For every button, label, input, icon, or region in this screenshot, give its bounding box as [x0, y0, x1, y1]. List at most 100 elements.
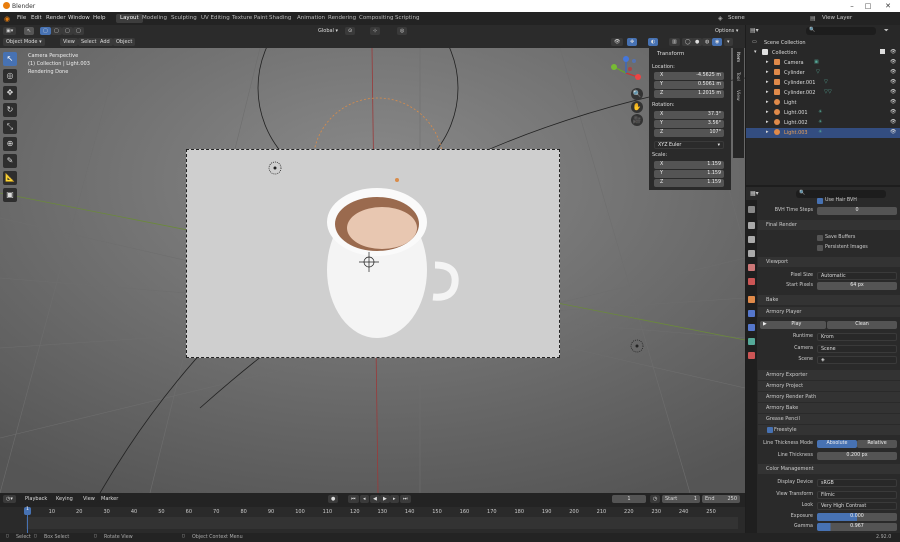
- bake-section[interactable]: Bake: [758, 295, 900, 305]
- scale-tool-icon[interactable]: ⤡: [3, 120, 17, 134]
- transform-tool-icon[interactable]: ⊕: [3, 137, 17, 151]
- tab-shading[interactable]: Shading: [265, 14, 295, 23]
- modifier-tab-icon[interactable]: [748, 310, 755, 317]
- filter-icon[interactable]: ⏷: [884, 27, 889, 35]
- annotate-tool-icon[interactable]: ✎: [3, 154, 17, 168]
- menu-playback[interactable]: Playback: [22, 495, 51, 503]
- outliner-editor-icon[interactable]: ▤▾: [750, 27, 759, 34]
- play-reverse-icon[interactable]: ◀: [370, 495, 380, 503]
- outliner-item-light-001[interactable]: ▸ Light.001 ☀ 👁: [746, 108, 900, 118]
- eye-icon[interactable]: 👁: [890, 59, 896, 65]
- menu-keying[interactable]: Keying: [53, 495, 76, 503]
- options-dropdown[interactable]: Options ▾: [712, 27, 742, 35]
- grease-pencil-section[interactable]: Grease Pencil: [758, 414, 900, 424]
- armory-render-path-section[interactable]: Armory Render Path: [758, 392, 900, 402]
- jump-start-icon[interactable]: ⏮: [348, 495, 359, 503]
- measure-tool-icon[interactable]: 📐: [3, 171, 17, 185]
- blender-menu-icon[interactable]: ◉: [4, 15, 10, 23]
- location-x-field[interactable]: X -4.5625 m: [654, 72, 724, 80]
- freestyle-checkbox[interactable]: [767, 427, 773, 433]
- end-frame-field[interactable]: End 250: [702, 495, 740, 503]
- output-tab-icon[interactable]: [748, 236, 755, 243]
- exposure-field[interactable]: 0.000: [817, 513, 897, 521]
- transform-header[interactable]: Transform: [657, 51, 684, 57]
- start-pixels-field[interactable]: 64 px: [817, 282, 897, 290]
- world-tab-icon[interactable]: [748, 278, 755, 285]
- tool-tab-icon[interactable]: [748, 206, 755, 213]
- pivot-icon[interactable]: ⊙: [345, 27, 356, 35]
- menu-edit[interactable]: Edit: [31, 15, 42, 21]
- preview-range-icon[interactable]: ◷: [650, 495, 661, 503]
- menu-view[interactable]: View: [80, 495, 98, 503]
- look-dropdown[interactable]: Very High Contrast: [817, 502, 897, 510]
- runtime-dropdown[interactable]: Krom: [817, 333, 897, 341]
- properties-editor-icon[interactable]: ▦▾: [750, 190, 759, 197]
- mode-box-select-icon[interactable]: ▢: [40, 27, 51, 35]
- outliner-search-input[interactable]: 🔍: [806, 27, 876, 35]
- eye-icon[interactable]: 👁: [890, 109, 896, 115]
- scale-x-field[interactable]: X 1.159: [654, 161, 724, 169]
- eye-icon[interactable]: 👁: [890, 99, 896, 105]
- shading-solid-icon[interactable]: ●: [692, 38, 703, 46]
- visibility-icon[interactable]: 👁: [611, 38, 624, 46]
- menu-marker[interactable]: Marker: [98, 495, 122, 503]
- outliner-item-cylinder-001[interactable]: ▸ Cylinder.001 ▽ 👁: [746, 78, 900, 88]
- shading-rendered-icon[interactable]: ◉: [712, 38, 723, 46]
- editor-type-button[interactable]: ▣▾: [3, 27, 17, 35]
- rotate-tool-icon[interactable]: ↻: [3, 103, 17, 117]
- timeline-editor-icon[interactable]: ◷▾: [3, 495, 16, 503]
- select-mode-button[interactable]: ↖: [24, 27, 35, 35]
- eye-icon[interactable]: 👁: [890, 129, 896, 135]
- xray-toggle-icon[interactable]: ▥: [669, 38, 680, 46]
- gizmo-toggle-icon[interactable]: ✥: [627, 38, 638, 46]
- gamma-field[interactable]: 0.967: [817, 523, 897, 531]
- eye-icon[interactable]: 👁: [890, 89, 896, 95]
- armory-exporter-section[interactable]: Armory Exporter: [758, 370, 900, 380]
- location-z-field[interactable]: Z 1.2015 m: [654, 90, 724, 98]
- viewport-section[interactable]: Viewport: [758, 257, 900, 267]
- freestyle-section[interactable]: Freestyle: [758, 425, 900, 435]
- eye-icon[interactable]: 👁: [890, 69, 896, 75]
- minimize-button[interactable]: –: [846, 2, 858, 10]
- object-mode-dropdown[interactable]: Object Mode ▾: [3, 38, 45, 46]
- start-frame-field[interactable]: Start 1: [662, 495, 700, 503]
- outliner-item-cylinder-002[interactable]: ▸ Cylinder.002 ▽▽ 👁: [746, 88, 900, 98]
- constraints-tab-icon[interactable]: [748, 324, 755, 331]
- cursor-tool-icon[interactable]: ◎: [3, 69, 17, 83]
- camera-dropdown[interactable]: Scene: [817, 345, 897, 353]
- view-layer-selector[interactable]: View Layer: [822, 15, 852, 21]
- tab-view[interactable]: View: [735, 90, 740, 101]
- eye-icon[interactable]: 👁: [890, 49, 896, 55]
- outliner-scene-collection[interactable]: ▭ Scene Collection: [746, 38, 900, 48]
- rotation-z-field[interactable]: Z 107°: [654, 129, 724, 137]
- armory-bake-section[interactable]: Armory Bake: [758, 403, 900, 413]
- relative-toggle[interactable]: Relative: [857, 440, 897, 448]
- view-transform-dropdown[interactable]: Filmic: [817, 491, 897, 499]
- render-tab-icon[interactable]: [748, 222, 755, 229]
- step-forward-icon[interactable]: ▸: [390, 495, 399, 503]
- tab-tool[interactable]: Tool: [735, 72, 740, 81]
- orientation-dropdown[interactable]: Global ▾: [315, 27, 342, 35]
- rotation-x-field[interactable]: X 37.3°: [654, 111, 724, 119]
- view-layer-tab-icon[interactable]: [748, 250, 755, 257]
- current-frame-field[interactable]: 1: [612, 495, 646, 503]
- rotation-mode-dropdown[interactable]: XYZ Euler ▾: [654, 141, 724, 149]
- checkbox-icon[interactable]: [880, 49, 885, 54]
- absolute-toggle[interactable]: Absolute: [817, 440, 857, 448]
- scene-tab-icon[interactable]: [748, 264, 755, 271]
- display-device-dropdown[interactable]: sRGB: [817, 479, 897, 487]
- menu-render[interactable]: Render: [46, 15, 66, 21]
- shading-material-icon[interactable]: ◍: [702, 38, 713, 46]
- select-tool-icon[interactable]: ↖: [3, 52, 17, 66]
- mode-subtract-icon[interactable]: ▢: [62, 27, 73, 35]
- save-buffers-checkbox[interactable]: [817, 235, 823, 241]
- properties-search-input[interactable]: 🔍: [796, 190, 886, 198]
- tab-sculpting[interactable]: Sculpting: [167, 14, 201, 23]
- close-button[interactable]: ✕: [882, 2, 894, 10]
- pixel-size-dropdown[interactable]: Automatic: [817, 272, 897, 280]
- record-icon[interactable]: ●: [328, 495, 339, 503]
- menu-window[interactable]: Window: [68, 15, 90, 21]
- play-forward-icon[interactable]: ▶: [380, 495, 390, 503]
- tab-item[interactable]: Item: [735, 52, 740, 62]
- color-management-section[interactable]: Color Management: [758, 464, 900, 474]
